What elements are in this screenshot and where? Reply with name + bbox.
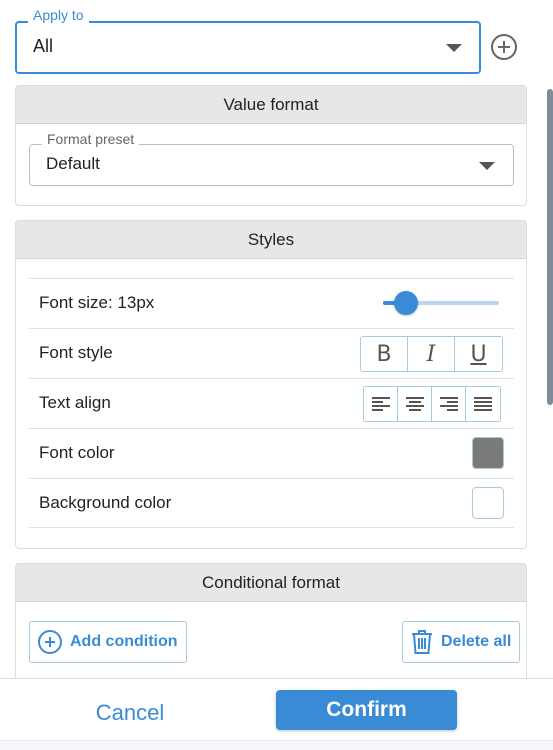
- value-format-panel: Value format Default Format preset: [15, 85, 527, 206]
- add-circle-icon[interactable]: [491, 34, 517, 60]
- font-color-label: Font color: [39, 443, 115, 462]
- chevron-down-icon: [446, 44, 462, 52]
- italic-icon: I: [426, 341, 436, 367]
- text-align-label: Text align: [39, 393, 111, 412]
- background-color-label: Background color: [39, 493, 172, 512]
- align-center-button[interactable]: [398, 387, 432, 421]
- conditional-format-panel: Conditional format Add condition Delete …: [15, 563, 527, 683]
- apply-to-value: All: [33, 36, 54, 56]
- background-color-swatch[interactable]: [472, 487, 504, 519]
- align-justify-button[interactable]: [466, 387, 500, 421]
- footer-strip: [0, 740, 553, 750]
- add-circle-icon: [38, 630, 62, 654]
- align-left-button[interactable]: [364, 387, 398, 421]
- font-color-swatch[interactable]: [472, 437, 504, 469]
- add-condition-button[interactable]: Add condition: [29, 621, 187, 663]
- value-format-title: Value format: [16, 86, 526, 124]
- font-style-group: B I U: [360, 336, 503, 372]
- cancel-button[interactable]: Cancel: [60, 693, 200, 733]
- slider-thumb[interactable]: [394, 291, 419, 315]
- align-right-button[interactable]: [432, 387, 466, 421]
- apply-to-label: Apply to: [28, 7, 89, 23]
- italic-button[interactable]: I: [408, 337, 455, 371]
- bold-button[interactable]: B: [361, 337, 408, 371]
- delete-all-label: Delete all: [441, 633, 512, 650]
- styles-title: Styles: [16, 221, 526, 259]
- add-condition-label: Add condition: [70, 633, 178, 650]
- align-left-icon: [371, 397, 390, 411]
- apply-to-select[interactable]: All: [15, 21, 481, 74]
- underline-button[interactable]: U: [455, 337, 502, 371]
- font-style-row: Font style B I U: [29, 328, 514, 378]
- chevron-down-icon: [479, 162, 495, 170]
- align-justify-icon: [474, 397, 492, 411]
- format-preset-label: Format preset: [42, 131, 140, 147]
- font-size-label: Font size: 13px: [39, 293, 155, 312]
- delete-all-button[interactable]: Delete all: [402, 621, 521, 663]
- font-size-row: Font size: 13px: [29, 278, 514, 328]
- styles-panel: Styles Font size: 13px Font style B I U …: [15, 220, 527, 549]
- conditional-format-title: Conditional format: [16, 564, 526, 602]
- underline-icon: U: [470, 341, 487, 367]
- align-right-icon: [439, 397, 458, 411]
- divider: [29, 527, 514, 528]
- font-style-label: Font style: [39, 343, 113, 362]
- text-align-group: [363, 386, 501, 422]
- format-preset-value: Default: [46, 154, 100, 173]
- footer-bar: Cancel Confirm: [0, 678, 553, 750]
- trash-icon: [412, 630, 432, 654]
- font-color-row: Font color: [29, 428, 514, 478]
- bold-icon: B: [376, 341, 392, 367]
- format-preset-select[interactable]: Default: [29, 144, 514, 186]
- align-center-icon: [405, 397, 424, 411]
- text-align-row: Text align: [29, 378, 514, 428]
- confirm-button[interactable]: Confirm: [276, 690, 457, 730]
- background-color-row: Background color: [29, 478, 514, 528]
- scrollbar-thumb[interactable]: [547, 89, 553, 405]
